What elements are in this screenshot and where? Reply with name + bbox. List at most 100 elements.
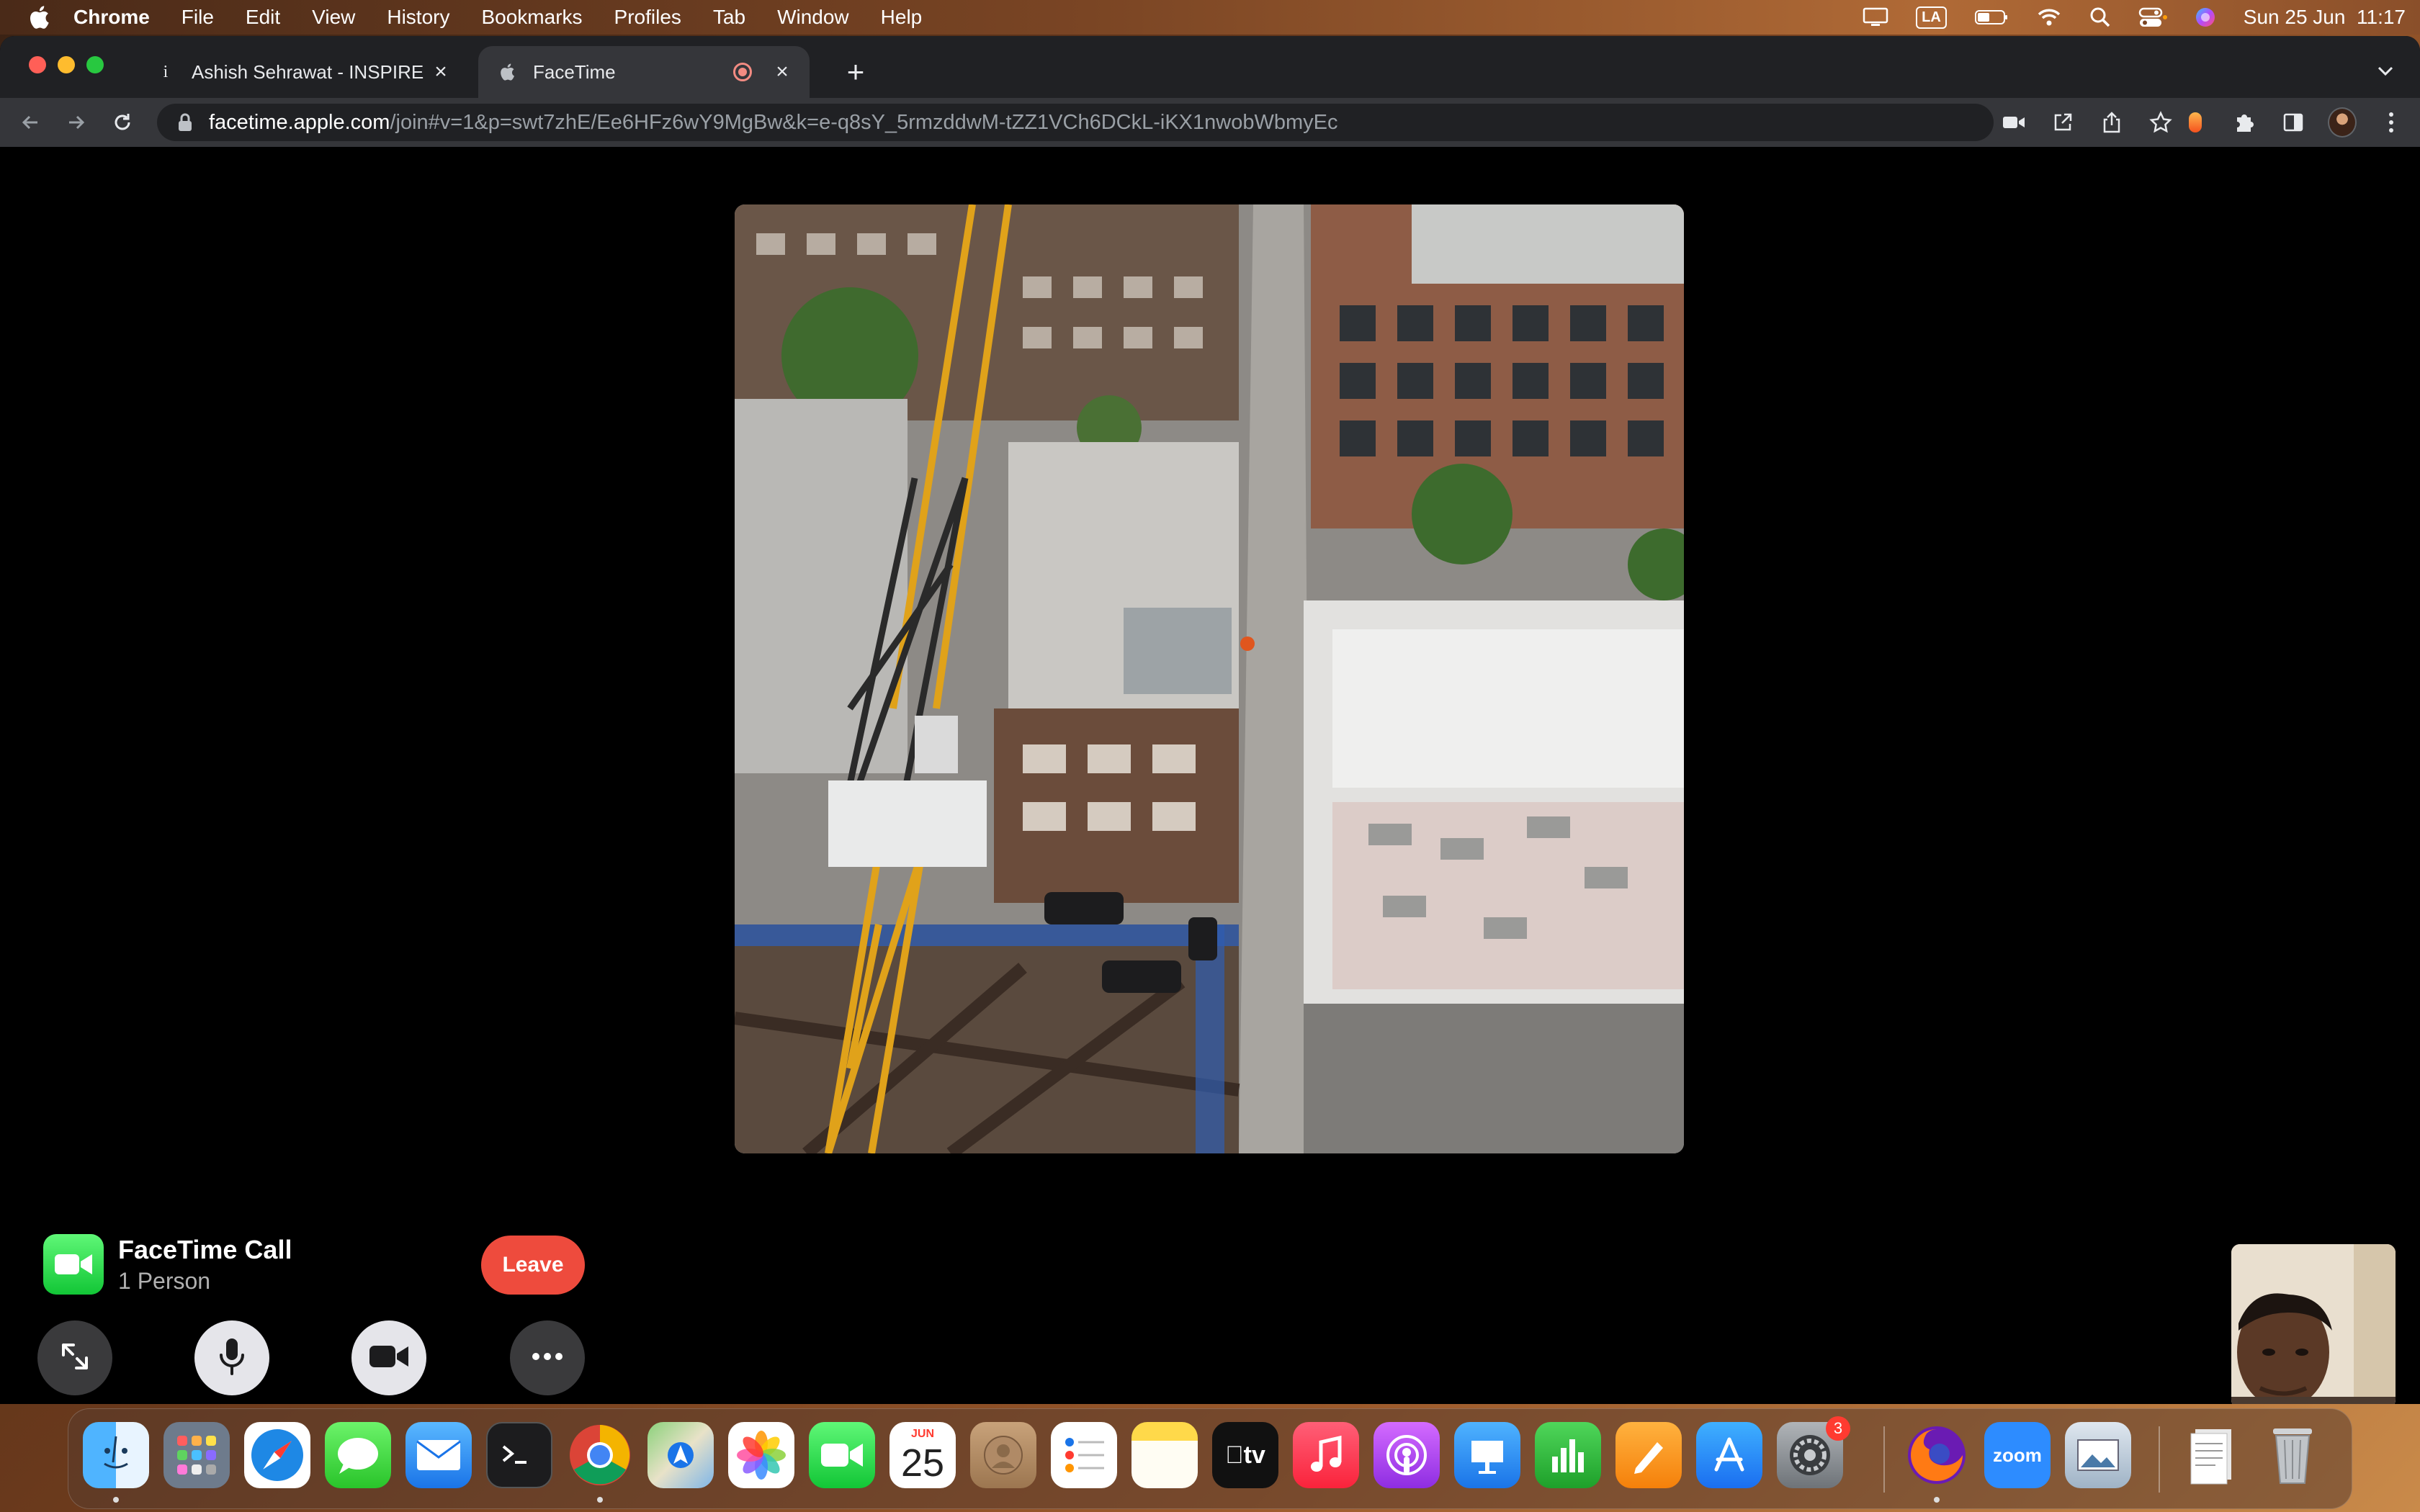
self-view-video[interactable] — [2231, 1244, 2396, 1404]
dock-numbers-icon[interactable] — [1535, 1422, 1601, 1488]
dock-firefox-icon[interactable] — [1904, 1422, 1970, 1488]
dock-safari-icon[interactable] — [244, 1422, 310, 1488]
dock-photos-icon[interactable] — [728, 1422, 794, 1488]
dock-maps-icon[interactable] — [647, 1422, 714, 1488]
dock-contacts-icon[interactable] — [970, 1422, 1036, 1488]
extension-orange-icon[interactable] — [2181, 108, 2210, 137]
tab-title: Ashish Sehrawat - INSPIRE — [192, 60, 424, 83]
menu-view[interactable]: View — [312, 6, 355, 29]
wifi-icon[interactable] — [2036, 7, 2062, 27]
tab-strip: i Ashish Sehrawat - INSPIRE × FaceTime ×… — [0, 36, 2420, 98]
bookmark-star-icon[interactable] — [2146, 108, 2175, 137]
battery-icon[interactable] — [1974, 9, 2009, 26]
call-text: FaceTime Call 1 Person — [118, 1235, 292, 1295]
menu-app-name[interactable]: Chrome — [73, 6, 150, 29]
menu-help[interactable]: Help — [881, 6, 923, 29]
control-center-icon[interactable] — [2138, 6, 2167, 28]
minimize-window-button[interactable] — [58, 56, 75, 73]
browser-toolbar: facetime.apple.com/join#v=1&p=swt7zhE/Ee… — [0, 98, 2420, 147]
spotlight-search-icon[interactable] — [2089, 6, 2111, 28]
dock-music-icon[interactable] — [1293, 1422, 1359, 1488]
more-menu-icon[interactable] — [2377, 108, 2406, 137]
call-title: FaceTime Call — [118, 1234, 292, 1264]
profile-avatar[interactable] — [2328, 107, 2357, 138]
browser-window: i Ashish Sehrawat - INSPIRE × FaceTime ×… — [0, 36, 2420, 1404]
menubar-clock[interactable]: Sun 25 Jun 11:17 — [2244, 6, 2406, 29]
facetime-web-app: FaceTime Call 1 Person Leave — [0, 147, 2420, 1404]
dock-notes-icon[interactable] — [1131, 1422, 1198, 1488]
zoom-window-button[interactable] — [86, 56, 104, 73]
close-tab-icon[interactable]: × — [428, 59, 454, 85]
menu-bookmarks[interactable]: Bookmarks — [481, 6, 582, 29]
share-icon[interactable] — [2097, 108, 2126, 137]
more-icon — [530, 1351, 565, 1364]
menu-bar: Chrome File Edit View History Bookmarks … — [0, 0, 2420, 35]
dock-trash-icon[interactable] — [2259, 1422, 2326, 1488]
calendar-month: JUN — [910, 1428, 934, 1440]
url-host: facetime.apple.com — [209, 110, 390, 134]
apple-favicon-icon — [496, 60, 519, 84]
tab-title: FaceTime — [533, 60, 616, 83]
camera-in-use-icon[interactable] — [1999, 108, 2028, 137]
apple-tv-label: tv — [1225, 1441, 1265, 1469]
dock-finder-icon[interactable] — [83, 1422, 149, 1488]
dock-pages-icon[interactable] — [1615, 1422, 1682, 1488]
running-indicator — [1934, 1497, 1940, 1503]
dock-calendar-icon[interactable]: JUN 25 — [889, 1422, 956, 1488]
close-window-button[interactable] — [29, 56, 46, 73]
siri-icon[interactable] — [2195, 6, 2216, 28]
input-language-indicator[interactable]: LA — [1916, 6, 1947, 29]
extensions-puzzle-icon[interactable] — [2230, 108, 2259, 137]
menu-window[interactable]: Window — [777, 6, 849, 29]
menu-tab[interactable]: Tab — [713, 6, 745, 29]
dock-chrome-icon[interactable] — [567, 1422, 633, 1488]
back-arrow-icon[interactable] — [14, 107, 46, 138]
address-bar[interactable]: facetime.apple.com/join#v=1&p=swt7zhE/Ee… — [157, 104, 1994, 141]
leave-call-button[interactable]: Leave — [481, 1236, 585, 1295]
recording-indicator-icon — [733, 63, 752, 81]
tab-facetime[interactable]: FaceTime × — [478, 46, 810, 98]
url-path: /join#v=1&p=swt7zhE/Ee6HFz6wY9MgBw&k=e-q… — [390, 110, 1338, 134]
close-tab-icon[interactable]: × — [769, 59, 795, 85]
facetime-app-icon — [43, 1234, 104, 1295]
new-tab-button[interactable]: + — [840, 55, 871, 89]
mute-button[interactable] — [194, 1320, 269, 1395]
camera-toggle-button[interactable] — [351, 1320, 426, 1395]
dock-zoom-icon[interactable]: zoom — [1984, 1422, 2051, 1488]
dock-apple-tv-icon[interactable]: tv — [1212, 1422, 1278, 1488]
dock-documents-stack-icon[interactable] — [2179, 1422, 2245, 1488]
dock-mail-icon[interactable] — [405, 1422, 472, 1488]
display-icon[interactable] — [1863, 7, 1888, 27]
reload-icon[interactable] — [107, 107, 138, 138]
menu-file[interactable]: File — [182, 6, 214, 29]
fullscreen-button[interactable] — [37, 1320, 112, 1395]
lock-icon[interactable] — [177, 112, 193, 132]
dock-preview-icon[interactable] — [2065, 1422, 2131, 1488]
dock-launchpad-icon[interactable] — [163, 1422, 230, 1488]
menu-history[interactable]: History — [387, 6, 449, 29]
apple-menu-icon[interactable] — [24, 3, 53, 32]
remote-video-feed — [735, 204, 1684, 1153]
window-controls — [29, 56, 104, 73]
dock-podcasts-icon[interactable] — [1373, 1422, 1440, 1488]
side-panel-icon[interactable] — [2279, 108, 2308, 137]
tab-inspire[interactable]: i Ashish Sehrawat - INSPIRE × — [137, 46, 468, 98]
fullscreen-icon — [58, 1339, 92, 1377]
dock-keynote-icon[interactable] — [1454, 1422, 1520, 1488]
dock-facetime-icon[interactable] — [809, 1422, 875, 1488]
more-options-button[interactable] — [510, 1320, 585, 1395]
call-info: FaceTime Call 1 Person — [43, 1234, 292, 1295]
dock-app-store-icon[interactable] — [1696, 1422, 1762, 1488]
dock-terminal-icon[interactable] — [486, 1422, 552, 1488]
menu-edit[interactable]: Edit — [246, 6, 280, 29]
running-indicator — [113, 1497, 119, 1503]
dock-messages-icon[interactable] — [325, 1422, 391, 1488]
tab-search-chevron-down-icon[interactable] — [2372, 58, 2398, 84]
forward-arrow-icon[interactable] — [60, 107, 92, 138]
dock-reminders-icon[interactable] — [1051, 1422, 1117, 1488]
open-in-app-icon[interactable] — [2048, 108, 2077, 137]
dock-separator — [2159, 1426, 2160, 1493]
calendar-day: 25 — [900, 1441, 945, 1485]
toolbar-extensions — [2181, 104, 2406, 141]
menu-profiles[interactable]: Profiles — [614, 6, 681, 29]
